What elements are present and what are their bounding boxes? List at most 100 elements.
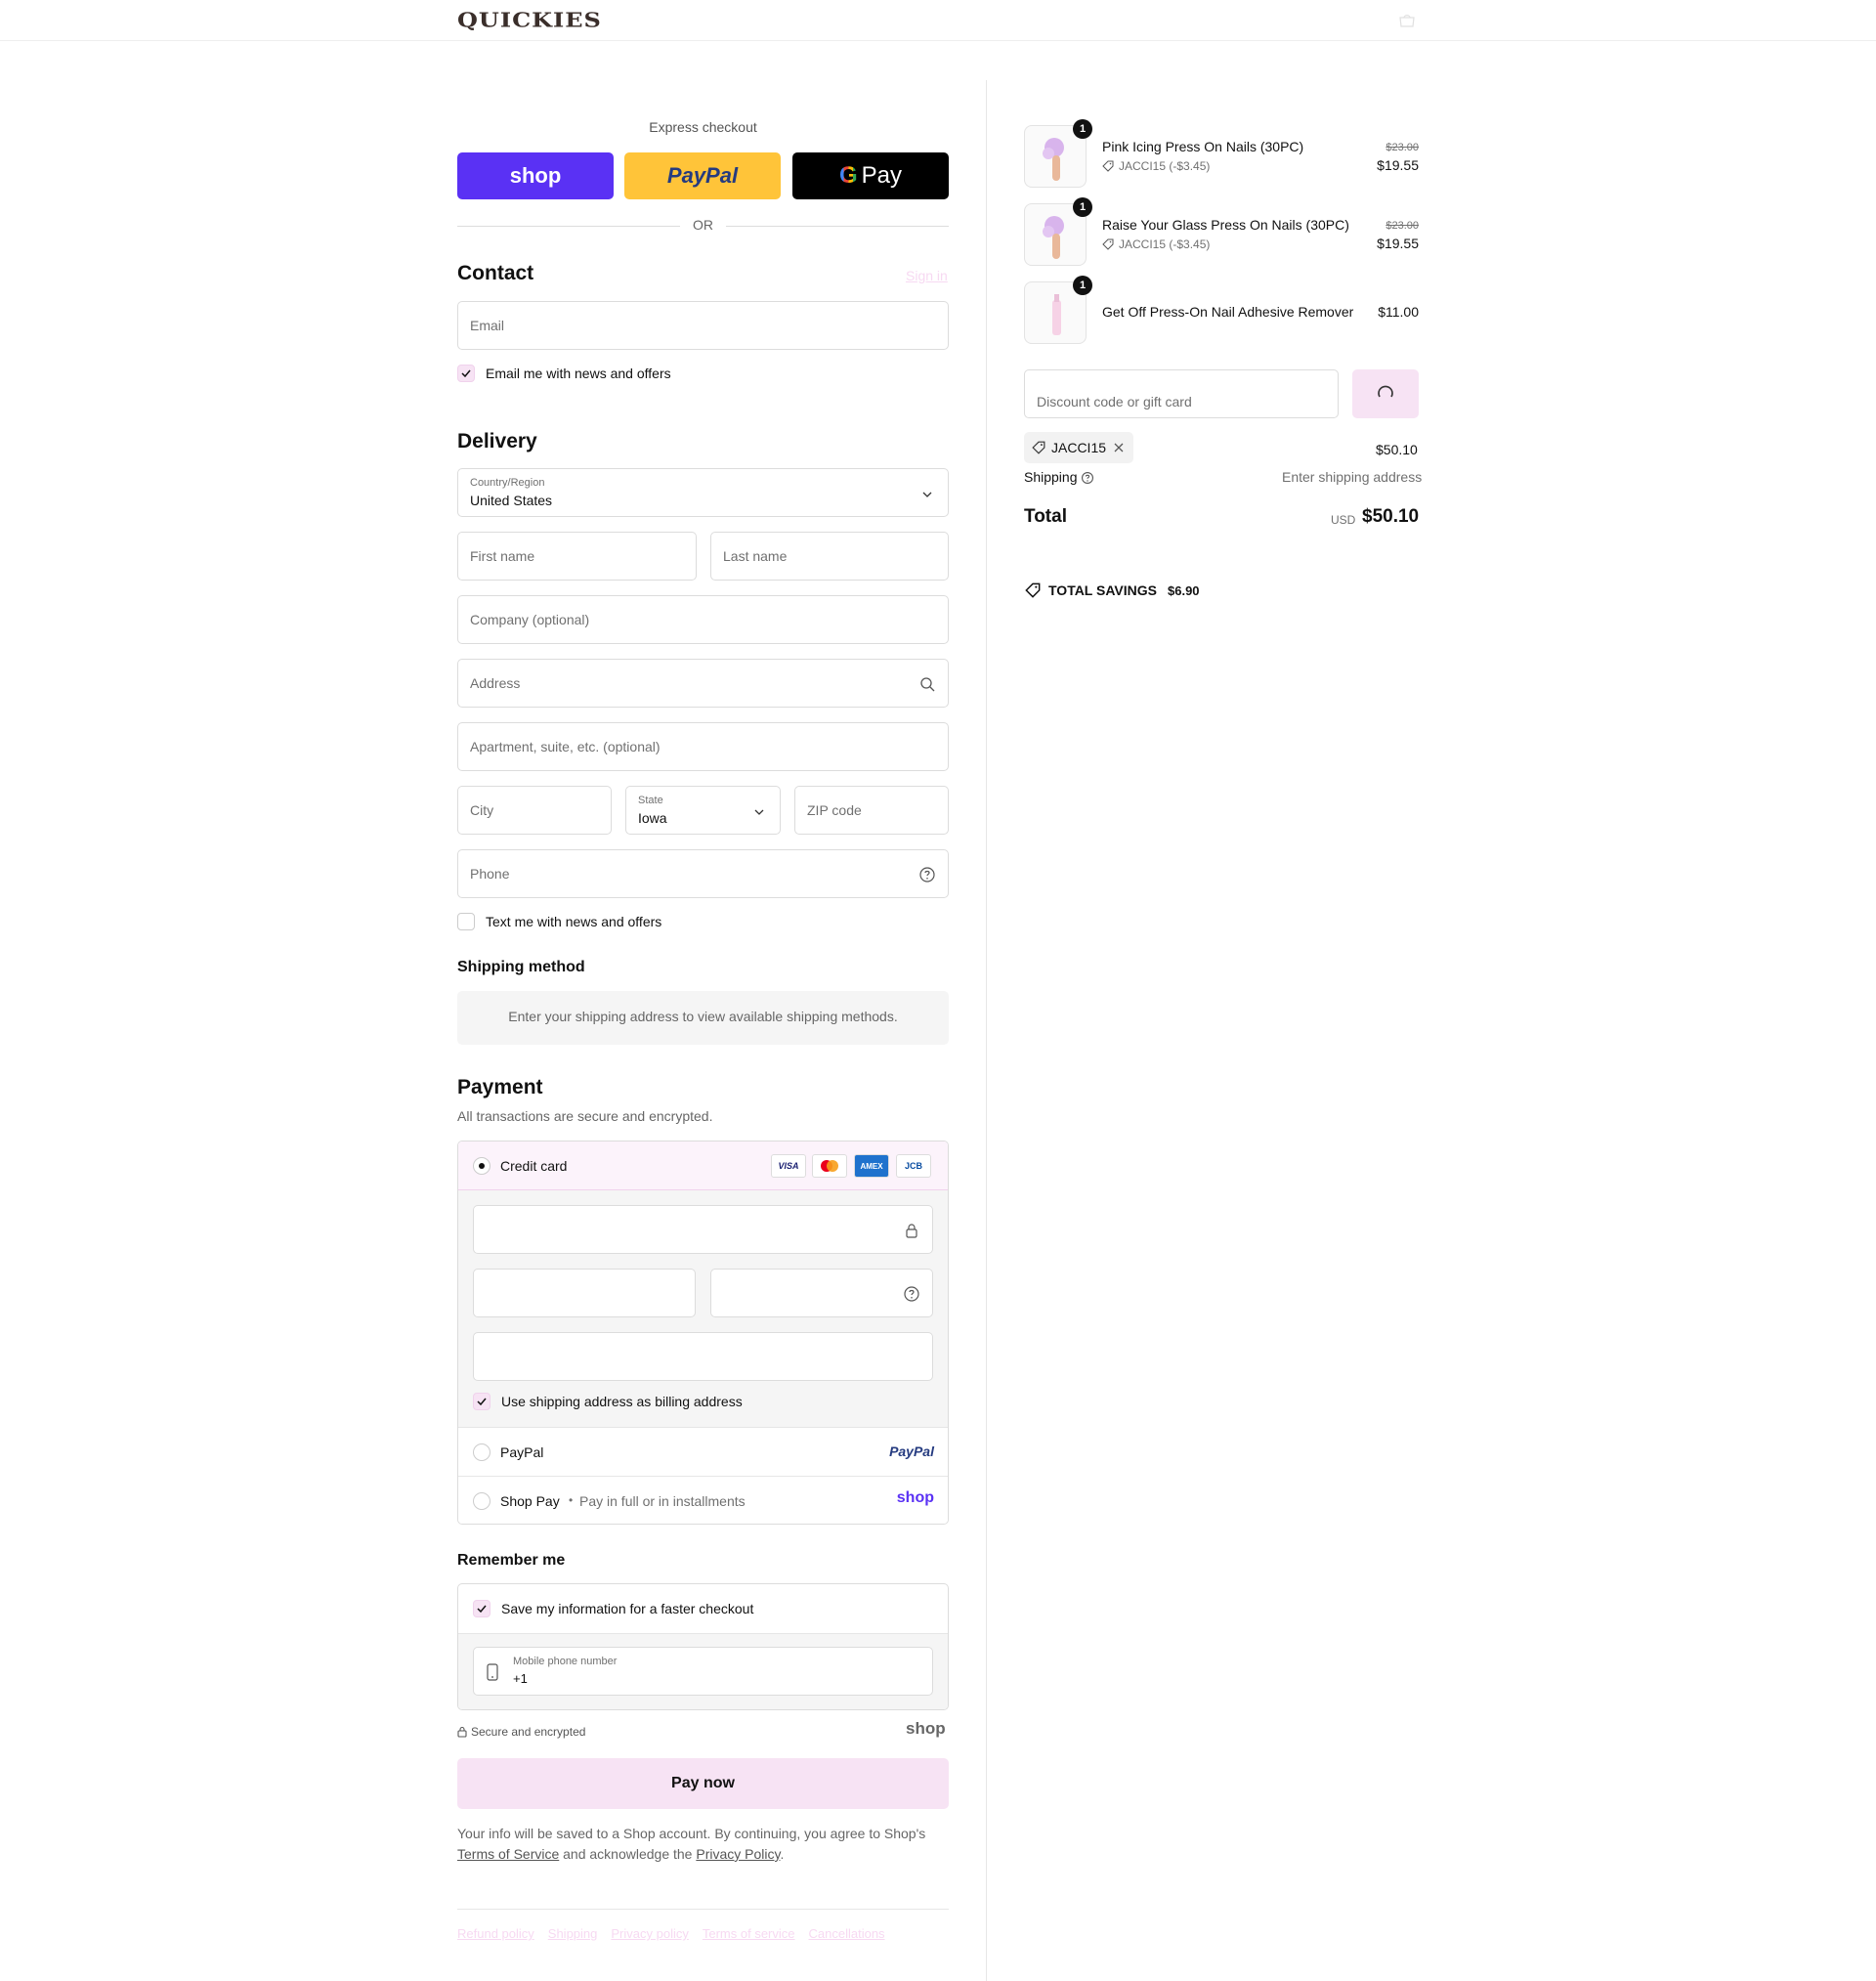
- apartment-placeholder: Apartment, suite, etc. (optional): [470, 739, 661, 754]
- legal-text: Your info will be saved to a Shop accoun…: [457, 1824, 949, 1865]
- help-icon[interactable]: [1081, 471, 1094, 485]
- paypal-option-label: PayPal: [500, 1444, 544, 1460]
- paypal-button[interactable]: PayPal: [624, 152, 781, 199]
- expiration-field[interactable]: [473, 1269, 696, 1317]
- pay-now-button[interactable]: Pay now: [457, 1758, 949, 1809]
- payment-subtitle: All transactions are secure and encrypte…: [457, 1108, 713, 1124]
- apply-discount-button[interactable]: [1352, 369, 1419, 418]
- product-name: Raise Your Glass Press On Nails (30PC): [1102, 217, 1349, 233]
- first-name-field[interactable]: First name: [457, 532, 697, 581]
- apartment-field[interactable]: Apartment, suite, etc. (optional): [457, 722, 949, 771]
- cart-item: 1 Raise Your Glass Press On Nails (30PC)…: [1024, 197, 1419, 268]
- mobile-icon: [487, 1663, 498, 1681]
- shop-pay-option[interactable]: Shop Pay • Pay in full or in installment…: [458, 1476, 948, 1524]
- text-news-checkbox[interactable]: [457, 913, 475, 930]
- zip-field[interactable]: ZIP code: [794, 786, 949, 835]
- product-price: $19.55: [1377, 157, 1419, 173]
- check-icon: [477, 1605, 487, 1613]
- shop-pay-button[interactable]: shop: [457, 152, 614, 199]
- last-name-placeholder: Last name: [723, 548, 788, 564]
- company-placeholder: Company (optional): [470, 612, 590, 627]
- email-field[interactable]: Email: [457, 301, 949, 350]
- credit-card-option[interactable]: Credit card VISA AMEX JCB: [458, 1141, 948, 1190]
- address-field[interactable]: Address: [457, 659, 949, 708]
- terms-of-service-link[interactable]: Terms of Service: [457, 1846, 559, 1862]
- shop-pay-dot: •: [569, 1493, 574, 1507]
- last-name-field[interactable]: Last name: [710, 532, 949, 581]
- save-info-checkbox[interactable]: [473, 1600, 490, 1617]
- discount-code-field[interactable]: Discount code or gift card: [1024, 369, 1339, 418]
- google-pay-button[interactable]: G Pay: [792, 152, 949, 199]
- close-icon[interactable]: [1112, 441, 1126, 454]
- credit-card-label: Credit card: [500, 1158, 568, 1174]
- tag-icon: [1025, 582, 1041, 598]
- billing-checkbox[interactable]: [473, 1393, 490, 1410]
- product-name: Get Off Press-On Nail Adhesive Remover: [1102, 304, 1354, 320]
- company-field[interactable]: Company (optional): [457, 595, 949, 644]
- mobile-phone-value: +1: [513, 1671, 528, 1686]
- privacy-policy-footer-link[interactable]: Privacy policy: [611, 1926, 688, 1941]
- state-value: Iowa: [638, 810, 667, 826]
- text-news-checkbox-row[interactable]: Text me with news and offers: [457, 913, 661, 930]
- paypal-option[interactable]: PayPal PayPal: [458, 1427, 948, 1476]
- check-icon: [477, 1398, 487, 1405]
- legal-text-2: and acknowledge the: [559, 1846, 697, 1862]
- email-news-checkbox-row[interactable]: Email me with news and offers: [457, 365, 671, 382]
- privacy-policy-link[interactable]: Privacy Policy: [696, 1846, 780, 1862]
- email-news-checkbox[interactable]: [457, 365, 475, 382]
- lock-icon: [906, 1224, 917, 1238]
- subtotal-value: $50.10: [1376, 442, 1418, 457]
- delivery-heading: Delivery: [457, 430, 537, 452]
- country-select[interactable]: Country/Region United States: [457, 468, 949, 517]
- terms-of-service-footer-link[interactable]: Terms of service: [703, 1926, 795, 1941]
- shipping-method-heading: Shipping method: [457, 959, 585, 975]
- shipping-policy-link[interactable]: Shipping: [548, 1926, 598, 1941]
- paypal-radio[interactable]: [473, 1443, 490, 1461]
- card-number-field[interactable]: [473, 1205, 933, 1254]
- visa-icon: VISA: [771, 1154, 806, 1178]
- lock-icon: [457, 1726, 467, 1738]
- product-discount: JACCI15 (-$3.45): [1102, 159, 1210, 173]
- paypal-logo: PayPal: [889, 1443, 934, 1459]
- chevron-down-icon: [754, 809, 764, 815]
- help-icon[interactable]: [918, 866, 936, 883]
- total-label: Total: [1024, 506, 1067, 527]
- first-name-placeholder: First name: [470, 548, 535, 564]
- paypal-label: PayPal: [666, 163, 739, 188]
- bag-icon[interactable]: [1397, 14, 1417, 27]
- product-discount-text: JACCI15 (-$3.45): [1119, 159, 1211, 173]
- city-placeholder: City: [470, 802, 494, 818]
- contact-heading: Contact: [457, 262, 534, 284]
- credit-card-radio[interactable]: [473, 1157, 490, 1175]
- total-value: $50.10: [1362, 506, 1420, 527]
- mastercard-icon: [812, 1154, 847, 1178]
- jcb-icon: JCB: [896, 1154, 931, 1178]
- loading-spinner-icon: [1378, 385, 1393, 397]
- cancellations-link[interactable]: Cancellations: [809, 1926, 885, 1941]
- footer-divider: [457, 1909, 949, 1910]
- product-discount: JACCI15 (-$3.45): [1102, 237, 1210, 251]
- help-icon[interactable]: [903, 1285, 920, 1303]
- billing-label: Use shipping address as billing address: [501, 1394, 743, 1409]
- phone-field[interactable]: Phone: [457, 849, 949, 898]
- cart-item: 1 Pink Icing Press On Nails (30PC) JACCI…: [1024, 119, 1419, 190]
- city-field[interactable]: City: [457, 786, 612, 835]
- name-on-card-field[interactable]: [473, 1332, 933, 1381]
- refund-policy-link[interactable]: Refund policy: [457, 1926, 534, 1941]
- shop-logo: shop: [896, 1489, 934, 1506]
- quantity-badge: 1: [1073, 119, 1092, 139]
- discount-code-chip: JACCI15: [1024, 432, 1134, 463]
- google-pay-label: Pay: [861, 162, 903, 189]
- cart-item: 1 Get Off Press-On Nail Adhesive Remover…: [1024, 276, 1419, 346]
- security-code-field[interactable]: [710, 1269, 933, 1317]
- mobile-phone-field[interactable]: Mobile phone number +1: [473, 1647, 933, 1696]
- save-info-checkbox-row[interactable]: Save my information for a faster checkou…: [473, 1600, 753, 1617]
- or-separator: OR: [457, 217, 949, 235]
- zip-placeholder: ZIP code: [807, 802, 862, 818]
- sign-in-link[interactable]: Sign in: [906, 268, 948, 283]
- shop-pay-radio[interactable]: [473, 1492, 490, 1510]
- store-logo[interactable]: QUICKIES: [457, 8, 602, 32]
- billing-checkbox-row[interactable]: Use shipping address as billing address: [473, 1393, 743, 1410]
- state-select[interactable]: State Iowa: [625, 786, 781, 835]
- footer-links: Refund policy Shipping Privacy policy Te…: [457, 1926, 885, 1941]
